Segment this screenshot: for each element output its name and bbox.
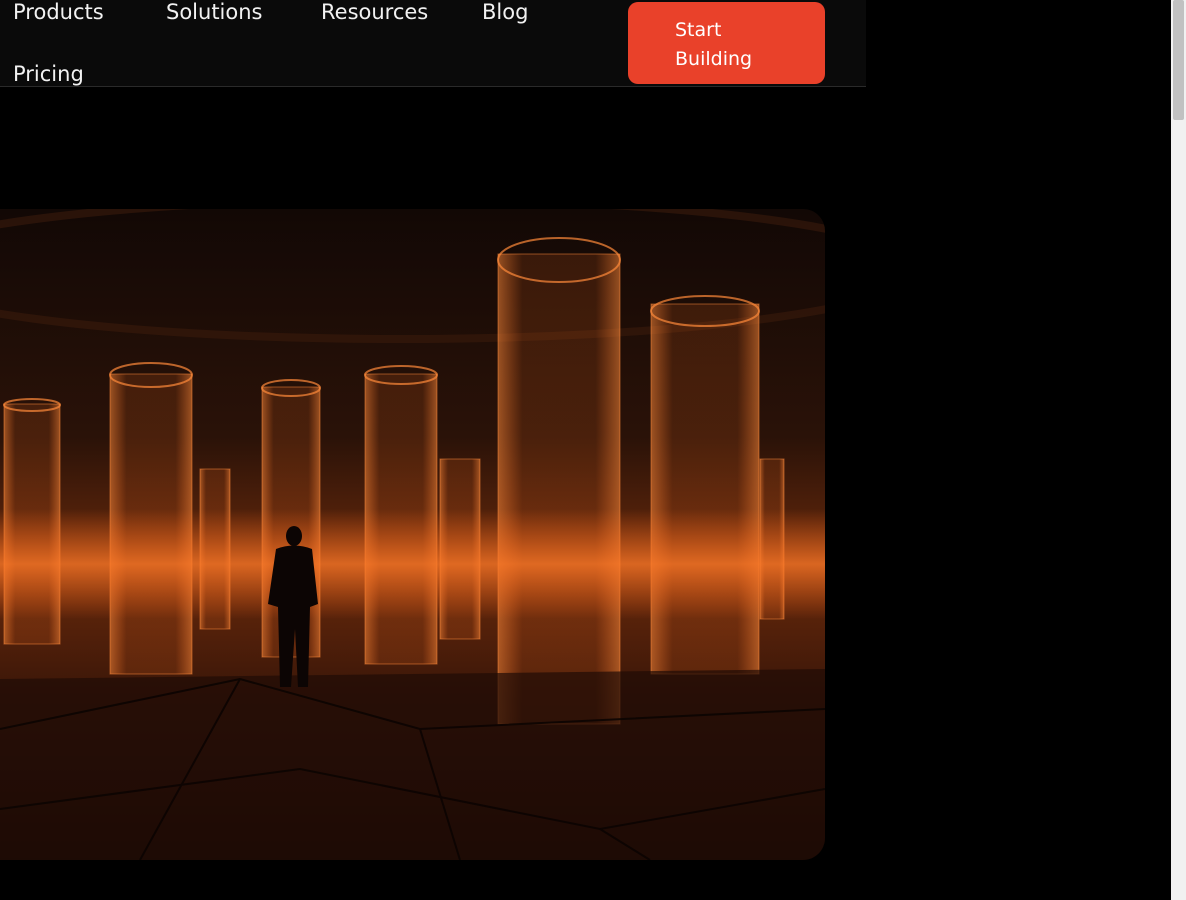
nav-link-blog[interactable]: Blog bbox=[482, 0, 528, 24]
nav-link-solutions[interactable]: Solutions bbox=[166, 0, 263, 24]
top-navbar: Products Solutions Resources Blog Pricin… bbox=[0, 0, 866, 87]
hero-image bbox=[0, 209, 825, 860]
start-building-label: Start Building bbox=[675, 19, 753, 70]
vertical-scrollbar[interactable] bbox=[1171, 0, 1186, 900]
scrollbar-thumb[interactable] bbox=[1173, 0, 1184, 120]
start-building-button[interactable]: Start Building bbox=[628, 2, 825, 84]
nav-link-resources[interactable]: Resources bbox=[321, 0, 428, 24]
nav-link-pricing[interactable]: Pricing bbox=[13, 62, 84, 86]
nav-link-products[interactable]: Products bbox=[13, 0, 104, 24]
